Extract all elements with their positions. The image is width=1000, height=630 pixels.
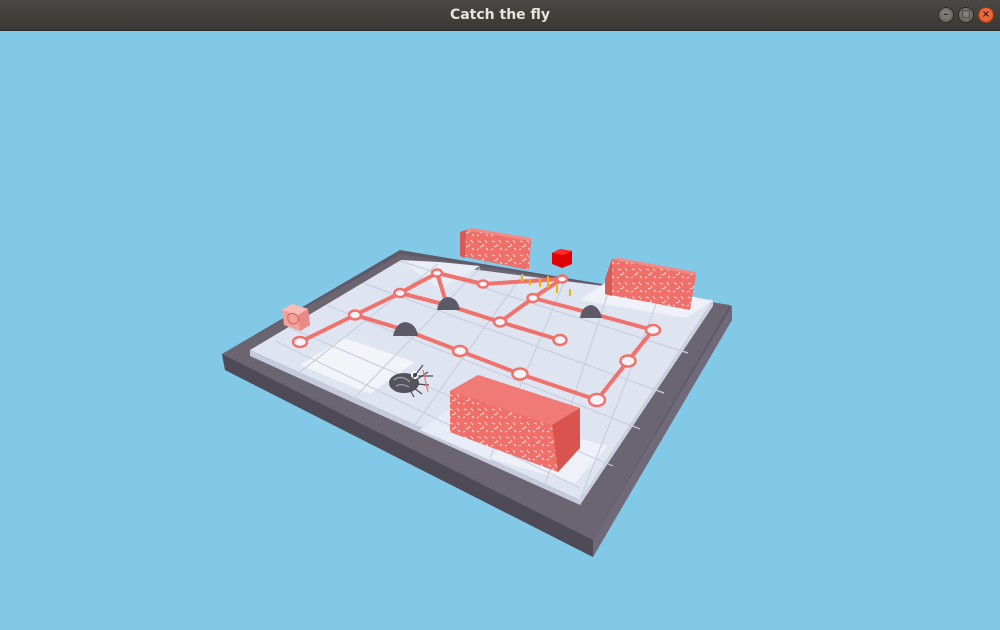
path-node[interactable] <box>430 268 444 278</box>
path-node[interactable] <box>492 316 508 328</box>
minimize-button[interactable]: – <box>938 7 954 23</box>
path-node[interactable] <box>476 279 490 289</box>
minimize-icon: – <box>943 9 949 20</box>
goal-cube <box>552 249 572 268</box>
window-title: Catch the fly <box>449 7 551 23</box>
maximize-icon: □ <box>961 9 971 20</box>
title-bar[interactable]: Catch the fly – □ × <box>0 0 1000 31</box>
game-viewport[interactable] <box>0 30 1000 630</box>
path-node[interactable] <box>393 287 407 299</box>
maximize-button[interactable]: □ <box>958 7 974 23</box>
path-node[interactable] <box>451 344 469 358</box>
path-node[interactable] <box>347 309 363 321</box>
close-icon: × <box>981 9 991 20</box>
path-node[interactable] <box>644 323 662 337</box>
path-node[interactable] <box>511 367 529 381</box>
path-node[interactable] <box>587 392 607 408</box>
close-button[interactable]: × <box>978 7 994 23</box>
game-canvas[interactable] <box>0 30 1000 630</box>
path-node[interactable] <box>526 292 540 304</box>
path-node[interactable] <box>555 274 569 284</box>
path-node[interactable] <box>291 335 309 349</box>
path-node[interactable] <box>552 333 568 347</box>
app-window: Catch the fly – □ × <box>0 0 1000 630</box>
path-node[interactable] <box>619 354 637 368</box>
